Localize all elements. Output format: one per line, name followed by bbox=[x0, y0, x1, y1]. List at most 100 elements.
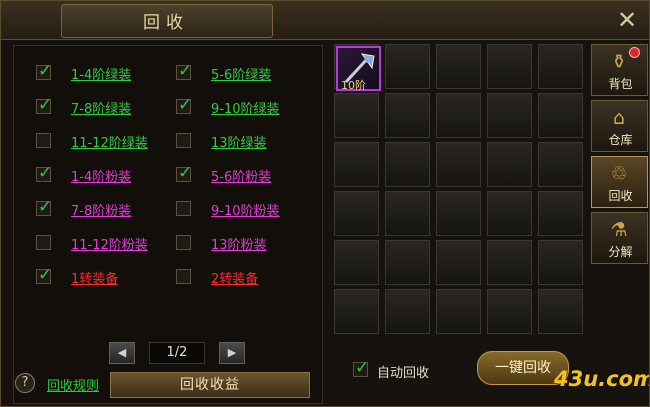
option-checkbox[interactable] bbox=[176, 133, 191, 148]
option-checkbox[interactable] bbox=[36, 235, 51, 250]
option-checkbox[interactable] bbox=[176, 269, 191, 284]
recycle-rules-link[interactable]: 回收规则 bbox=[47, 375, 99, 394]
recycle-option[interactable]: ✓ 5-6阶粉装 bbox=[176, 163, 306, 186]
inventory-slot[interactable] bbox=[538, 191, 583, 236]
next-page-button[interactable]: ▶ bbox=[219, 342, 245, 364]
option-label[interactable]: 1转装备 bbox=[71, 268, 118, 287]
auto-recycle-checkbox[interactable]: ✓ bbox=[353, 358, 369, 378]
option-checkbox[interactable]: ✓ bbox=[36, 61, 52, 81]
equipment-item[interactable]: 10阶 bbox=[336, 46, 381, 92]
checkmark-icon: ✓ bbox=[178, 163, 193, 183]
inventory-slot[interactable] bbox=[385, 142, 430, 187]
option-label[interactable]: 7-8阶绿装 bbox=[71, 98, 131, 117]
inventory-slot[interactable] bbox=[538, 142, 583, 187]
side-tab[interactable]: ♲ 回收 bbox=[591, 156, 648, 208]
option-label[interactable]: 5-6阶粉装 bbox=[211, 166, 271, 185]
recycle-option[interactable]: 13阶粉装 bbox=[176, 234, 306, 254]
inventory-slot[interactable] bbox=[385, 191, 430, 236]
inventory-slot[interactable] bbox=[487, 240, 532, 285]
inventory-slot[interactable] bbox=[538, 44, 583, 89]
inventory-grid: 10阶 bbox=[334, 44, 588, 338]
inventory-slot[interactable] bbox=[487, 142, 532, 187]
pager: ◀ 1/2 ▶ bbox=[109, 342, 249, 366]
option-label[interactable]: 11-12阶粉装 bbox=[71, 234, 148, 253]
recycle-option[interactable]: ✓ 1转装备 bbox=[36, 265, 166, 288]
inventory-slot[interactable] bbox=[385, 240, 430, 285]
inventory-slot[interactable] bbox=[487, 191, 532, 236]
option-checkbox[interactable]: ✓ bbox=[176, 163, 192, 183]
recycle-option[interactable]: ✓ 1-4阶粉装 bbox=[36, 163, 166, 186]
recycle-option[interactable]: ✓ 7-8阶绿装 bbox=[36, 95, 166, 118]
right-arrow-icon: ▶ bbox=[227, 346, 237, 359]
recycle-option[interactable]: ✓ 9-10阶绿装 bbox=[176, 95, 306, 118]
option-checkbox[interactable]: ✓ bbox=[36, 197, 52, 217]
side-tab[interactable]: ⌂ 仓库 bbox=[591, 100, 648, 152]
side-tab-label: 回收 bbox=[608, 189, 633, 203]
option-checkbox[interactable]: ✓ bbox=[36, 265, 52, 285]
option-label[interactable]: 9-10阶粉装 bbox=[211, 200, 280, 219]
side-tab[interactable]: ⚗ 分解 bbox=[591, 212, 648, 264]
inventory-slot[interactable] bbox=[538, 289, 583, 334]
option-label[interactable]: 7-8阶粉装 bbox=[71, 200, 131, 219]
notification-badge bbox=[629, 47, 640, 58]
recycle-option[interactable]: ✓ 7-8阶粉装 bbox=[36, 197, 166, 220]
inventory-slot[interactable] bbox=[487, 44, 532, 89]
prev-page-button[interactable]: ◀ bbox=[109, 342, 135, 364]
inventory-slot[interactable] bbox=[334, 191, 379, 236]
option-checkbox[interactable]: ✓ bbox=[36, 95, 52, 115]
checkmark-icon: ✓ bbox=[355, 358, 370, 378]
recycle-option[interactable]: ✓ 1-4阶绿装 bbox=[36, 61, 166, 84]
inventory-slot[interactable] bbox=[436, 240, 481, 285]
inventory-slot[interactable] bbox=[334, 289, 379, 334]
help-icon[interactable]: ? bbox=[15, 373, 35, 393]
inventory-slot[interactable] bbox=[436, 191, 481, 236]
option-label[interactable]: 9-10阶绿装 bbox=[211, 98, 280, 117]
bag-icon: ⚱ bbox=[611, 51, 627, 73]
inventory-slot[interactable] bbox=[436, 142, 481, 187]
inventory-slot[interactable] bbox=[334, 93, 379, 138]
inventory-slot[interactable] bbox=[487, 289, 532, 334]
option-label[interactable]: 13阶绿装 bbox=[211, 132, 267, 151]
page-indicator: 1/2 bbox=[149, 342, 205, 364]
options-panel: ✓ 1-4阶绿装 ✓ 5-6阶绿装 ✓ 7-8阶绿装 ✓ 9-10阶绿装 11-12阶绿装 13阶… bbox=[13, 45, 323, 404]
checkmark-icon: ✓ bbox=[178, 61, 193, 81]
option-label[interactable]: 1-4阶粉装 bbox=[71, 166, 131, 185]
inventory-slot[interactable]: 10阶 bbox=[334, 44, 381, 92]
recycle-option[interactable]: 2转装备 bbox=[176, 268, 306, 288]
window-title: 回收 bbox=[143, 13, 189, 33]
inventory-slot[interactable] bbox=[385, 93, 430, 138]
inventory-slot[interactable] bbox=[436, 44, 481, 89]
inventory-slot[interactable] bbox=[538, 93, 583, 138]
inventory-slot[interactable] bbox=[538, 240, 583, 285]
option-label[interactable]: 13阶粉装 bbox=[211, 234, 267, 253]
option-checkbox[interactable] bbox=[36, 133, 51, 148]
inventory-slot[interactable] bbox=[436, 93, 481, 138]
inventory-slot[interactable] bbox=[385, 44, 430, 89]
recycle-option[interactable]: 11-12阶粉装 bbox=[36, 234, 166, 254]
option-checkbox[interactable]: ✓ bbox=[36, 163, 52, 183]
option-label[interactable]: 1-4阶绿装 bbox=[71, 64, 131, 83]
checkmark-icon: ✓ bbox=[38, 163, 53, 183]
option-label[interactable]: 11-12阶绿装 bbox=[71, 132, 148, 151]
side-tab[interactable]: ⚱ 背包 bbox=[591, 44, 648, 96]
close-button[interactable]: ✕ bbox=[613, 7, 641, 33]
recycle-option[interactable]: 13阶绿装 bbox=[176, 132, 306, 152]
option-label[interactable]: 5-6阶绿装 bbox=[211, 64, 271, 83]
recycle-earnings-button[interactable]: 回收收益 bbox=[110, 372, 310, 398]
recycle-option[interactable]: 11-12阶绿装 bbox=[36, 132, 166, 152]
inventory-slot[interactable] bbox=[334, 142, 379, 187]
option-checkbox[interactable]: ✓ bbox=[176, 95, 192, 115]
close-icon: ✕ bbox=[616, 6, 638, 34]
inventory-slot[interactable] bbox=[487, 93, 532, 138]
recycle-option[interactable]: 9-10阶粉装 bbox=[176, 200, 306, 220]
option-checkbox[interactable]: ✓ bbox=[176, 61, 192, 81]
auto-recycle-toggle[interactable]: ✓ 自动回收 bbox=[353, 358, 483, 381]
option-checkbox[interactable] bbox=[176, 201, 191, 216]
inventory-slot[interactable] bbox=[385, 289, 430, 334]
item-level: 10阶 bbox=[341, 79, 366, 92]
option-label[interactable]: 2转装备 bbox=[211, 268, 258, 287]
inventory-slot[interactable] bbox=[334, 240, 379, 285]
recycle-option[interactable]: ✓ 5-6阶绿装 bbox=[176, 61, 306, 84]
option-checkbox[interactable] bbox=[176, 235, 191, 250]
inventory-slot[interactable] bbox=[436, 289, 481, 334]
